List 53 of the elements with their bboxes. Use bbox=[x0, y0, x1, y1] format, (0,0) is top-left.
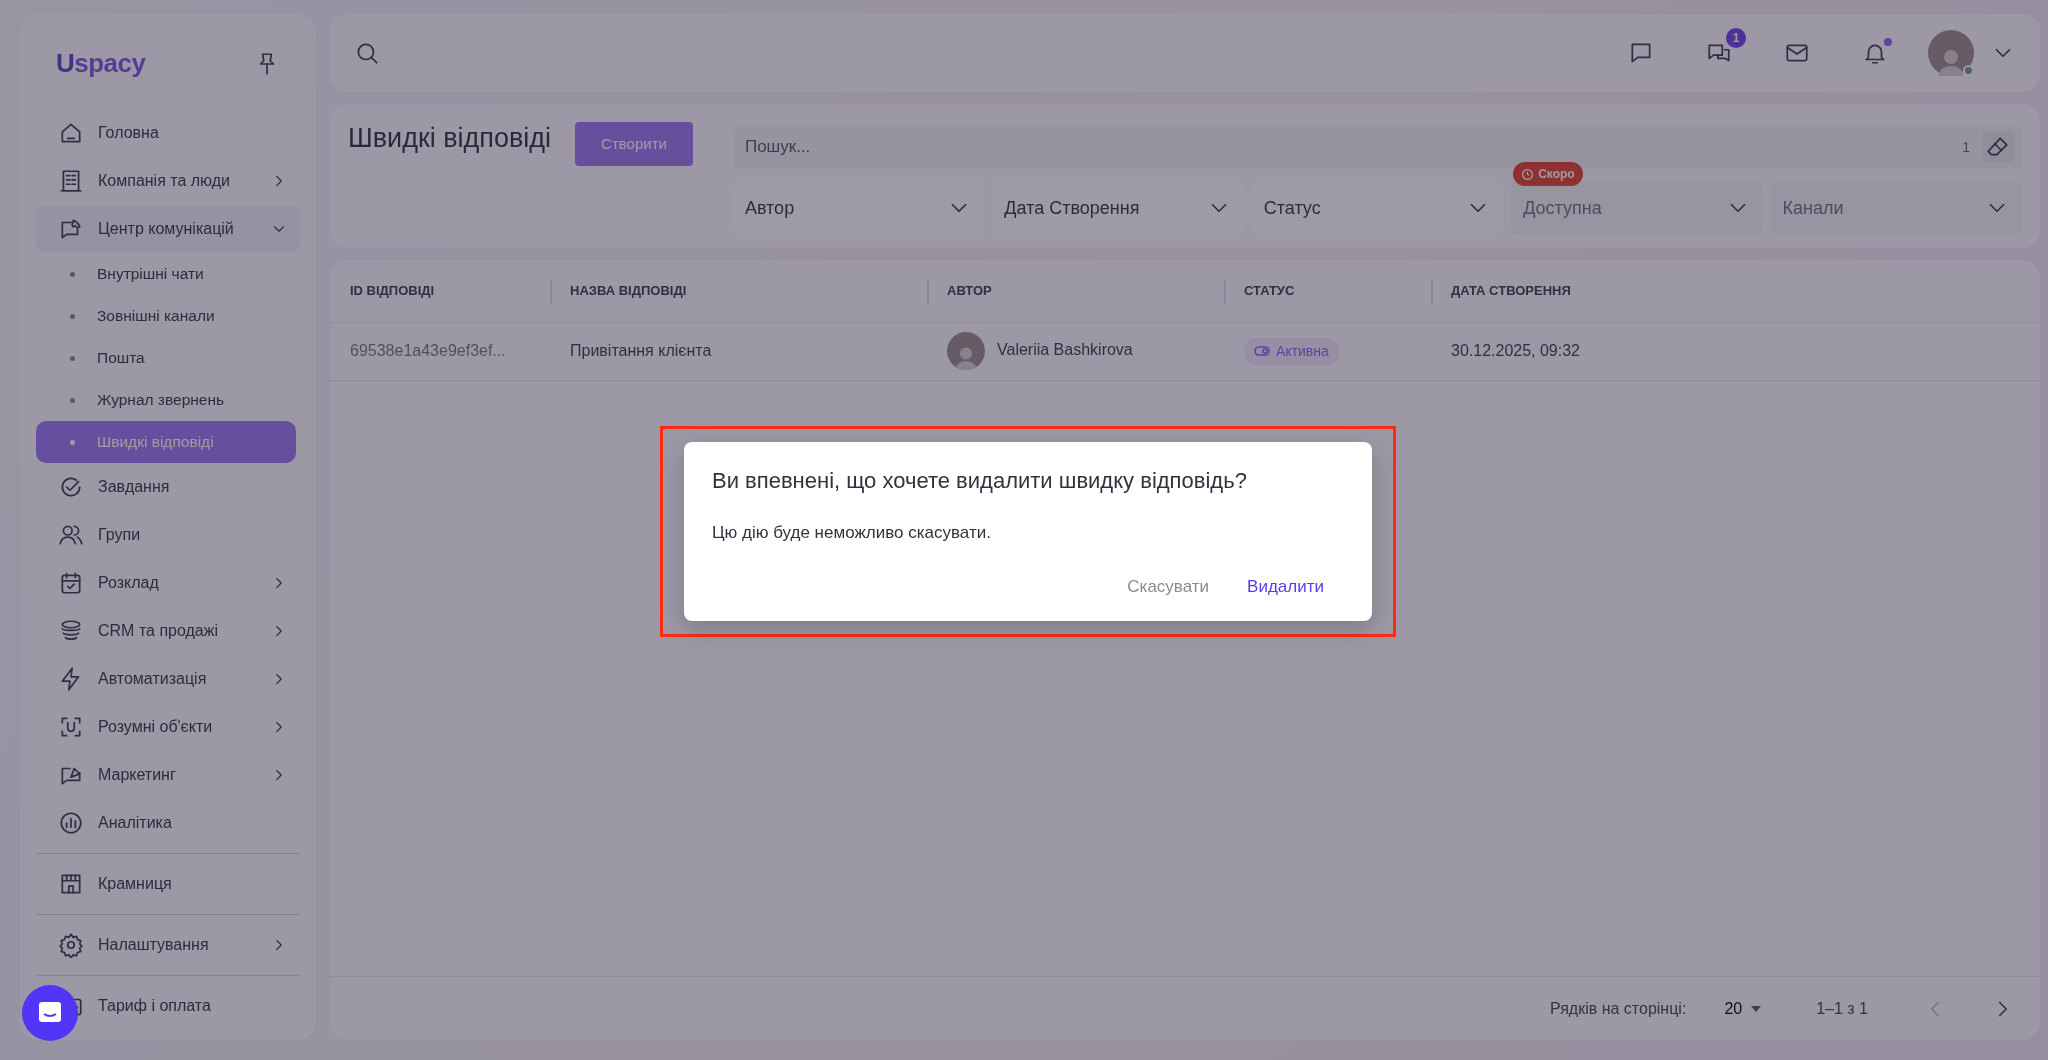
speech-bubble-icon bbox=[1628, 40, 1654, 66]
clock-icon bbox=[1521, 167, 1535, 181]
column-header: НАЗВА ВІДПОВІДІ bbox=[550, 260, 927, 322]
caret-icon bbox=[1750, 1004, 1763, 1013]
sidebar-item[interactable]: Завдання bbox=[36, 463, 300, 511]
sidebar-item[interactable]: Головна bbox=[36, 109, 300, 157]
column-header: ДАТА СТВОРЕННЯ bbox=[1431, 260, 2040, 322]
dialog-message: Цю дію буде неможливо скасувати. bbox=[712, 522, 992, 545]
page-title: Швидкі відповіді bbox=[348, 122, 552, 155]
result-count: 1 bbox=[1962, 137, 1970, 157]
building-icon bbox=[58, 168, 84, 194]
table-cell: 69538e1a43e9ef3ef... bbox=[330, 322, 550, 380]
column-header: СТАТУС bbox=[1224, 260, 1431, 322]
sidebar-item[interactable]: Крамниця bbox=[36, 860, 300, 908]
sidebar-item[interactable]: Розумні об'єкти bbox=[36, 703, 300, 751]
sidebar-subitem[interactable]: Внутрішні чати bbox=[36, 253, 296, 295]
store-icon bbox=[58, 871, 84, 897]
table-cell: Привітання клієнта bbox=[550, 322, 927, 380]
clear-button[interactable] bbox=[1982, 131, 2014, 163]
column-header: АВТОР bbox=[927, 260, 1224, 322]
sidebar-item[interactable]: Автоматизація bbox=[36, 655, 300, 703]
sidebar-item[interactable]: Центр комунікацій bbox=[36, 205, 300, 253]
cancel-button[interactable]: Скасувати bbox=[1121, 569, 1216, 604]
sidebar-item[interactable]: Налаштування bbox=[36, 921, 300, 969]
sidebar-subitem[interactable]: Пошта bbox=[36, 337, 296, 379]
rows-per-page-select[interactable]: 20 bbox=[1720, 992, 1767, 1025]
table-cell: 30.12.2025, 09:32 bbox=[1431, 322, 2040, 380]
search-field[interactable]: Пошук... bbox=[742, 133, 1963, 161]
toggle-icon bbox=[1254, 345, 1270, 357]
logo: Uspacy bbox=[56, 47, 146, 80]
chart-circle-icon bbox=[58, 810, 84, 836]
column-header: ID ВІДПОВІДІ bbox=[330, 260, 550, 322]
confirm-button[interactable]: Видалити bbox=[1241, 569, 1330, 604]
scan-frame-icon bbox=[58, 714, 84, 740]
sidebar-item[interactable]: Компанія та люди bbox=[36, 157, 300, 205]
sidebar-item[interactable]: Маркетинг bbox=[36, 751, 300, 799]
page-range: 1–1 з 1 bbox=[1816, 998, 1868, 1019]
soon-badge: Скоро bbox=[1513, 162, 1583, 186]
rows-per-page-label: Рядків на сторінці: bbox=[1550, 998, 1687, 1019]
status-badge: Активна bbox=[1244, 337, 1339, 365]
unread-count: 1 bbox=[1726, 28, 1746, 48]
sidebar-item[interactable]: CRM та продажі bbox=[36, 607, 300, 655]
sidebar-item[interactable]: Аналітика bbox=[36, 799, 300, 847]
sidebar-subitem[interactable]: Зовнішні канали bbox=[36, 295, 296, 337]
gear-icon bbox=[58, 932, 84, 958]
calendar-icon bbox=[58, 570, 84, 596]
search-bar[interactable]: Пошук... 1 bbox=[732, 126, 2022, 168]
sidebar-item[interactable]: Розклад bbox=[36, 559, 300, 607]
sidebar-item[interactable]: Групи bbox=[36, 511, 300, 559]
sidebar-subitem[interactable]: Журнал звернень bbox=[36, 379, 296, 421]
author-name: Valeriia Bashkirova bbox=[997, 341, 1133, 359]
message-button[interactable] bbox=[1628, 40, 1654, 66]
dialog-title: Ви впевнені, що хочете видалити швидку відповідь? bbox=[712, 467, 1248, 495]
